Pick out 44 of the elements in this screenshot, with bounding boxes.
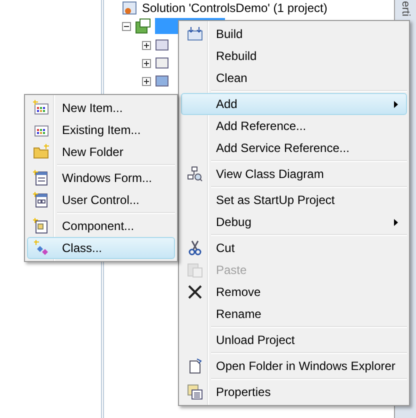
diagram-icon — [187, 166, 203, 182]
item-icon — [33, 100, 49, 116]
menu-item[interactable]: User Control... — [27, 189, 175, 211]
menu-item[interactable]: Add — [181, 93, 407, 115]
menu-item[interactable]: Windows Form... — [27, 167, 175, 189]
close-icon — [187, 284, 203, 300]
collapse-icon[interactable] — [122, 22, 131, 30]
menu-item[interactable]: Build — [181, 23, 407, 45]
solution-label: Solution 'ControlsDemo' (1 project) — [142, 0, 328, 17]
clipboard-icon — [187, 262, 203, 278]
menu-item[interactable]: Debug — [181, 211, 407, 233]
menu-item[interactable]: Rename — [181, 303, 407, 325]
menu-item[interactable]: New Item... — [27, 97, 175, 119]
expand-icon[interactable] — [142, 58, 151, 68]
properties-tab[interactable]: erti — [398, 1, 412, 16]
menu-item[interactable]: Unload Project — [181, 329, 407, 351]
menu-item[interactable]: Add Reference... — [181, 115, 407, 137]
form-icon — [33, 170, 49, 186]
class-icon — [33, 240, 49, 256]
menu-item[interactable]: New Folder — [27, 141, 175, 163]
menu-item[interactable]: Properties — [181, 381, 407, 403]
expand-icon[interactable] — [142, 40, 151, 50]
document-icon — [187, 358, 203, 374]
menu-item[interactable]: Set as StartUp Project — [181, 189, 407, 211]
menu-item[interactable]: Existing Item... — [27, 119, 175, 141]
menu-item[interactable]: Add Service Reference... — [181, 137, 407, 159]
scissors-icon — [187, 240, 203, 256]
csharp-project-icon — [135, 18, 151, 34]
menu-item[interactable]: Rebuild — [181, 45, 407, 67]
menu-item[interactable]: Clean — [181, 67, 407, 89]
menu-item[interactable]: Open Folder in Windows Explorer — [181, 355, 407, 377]
menu-item[interactable]: Component... — [27, 215, 175, 237]
submenu-arrow-icon — [394, 100, 398, 108]
expand-icon[interactable] — [142, 76, 151, 86]
menu-item[interactable]: Remove — [181, 281, 407, 303]
menu-item[interactable]: Class... — [27, 237, 175, 259]
build-icon — [187, 26, 203, 42]
properties-icon — [187, 384, 203, 400]
component-icon — [33, 218, 49, 234]
menu-item[interactable]: Cut — [181, 237, 407, 259]
menu-item[interactable]: View Class Diagram — [181, 163, 407, 185]
solution-icon — [122, 0, 138, 16]
form-icon — [33, 192, 49, 208]
submenu-arrow-icon — [394, 218, 398, 226]
